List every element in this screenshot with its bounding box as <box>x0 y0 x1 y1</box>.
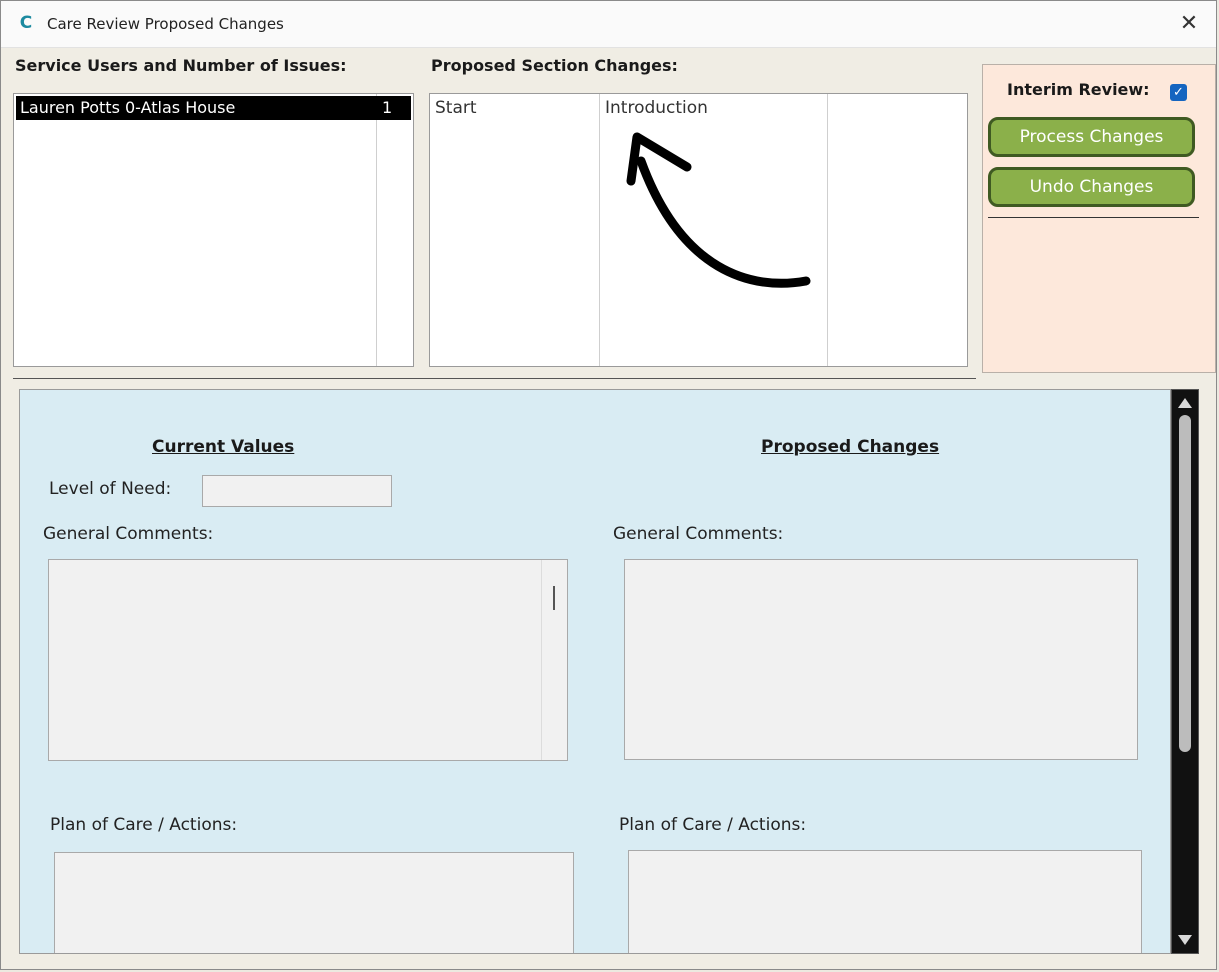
textbox-scroll-track <box>541 560 542 760</box>
scroll-up-icon[interactable] <box>1178 398 1192 408</box>
general-comments-proposed-label: General Comments: <box>613 524 784 544</box>
process-changes-button[interactable]: Process Changes <box>988 117 1195 157</box>
curved-arrow-annotation <box>626 132 811 288</box>
text-caret <box>553 586 555 610</box>
section-divider <box>13 378 976 379</box>
general-comments-proposed-field[interactable] <box>624 559 1138 760</box>
section-start-cell[interactable]: Start <box>435 98 477 118</box>
general-comments-current-label: General Comments: <box>43 524 214 544</box>
plan-of-care-current-label: Plan of Care / Actions: <box>50 815 238 835</box>
app-logo-icon: C <box>19 13 33 33</box>
plan-of-care-proposed-field[interactable] <box>628 850 1142 953</box>
general-comments-current-field[interactable] <box>48 559 568 761</box>
service-users-label: Service Users and Number of Issues: <box>15 56 347 75</box>
review-detail-pane: Current Values Proposed Changes Level of… <box>19 389 1171 954</box>
review-action-panel: Interim Review: ✓ Process Changes Undo C… <box>982 64 1216 373</box>
care-review-window: C Care Review Proposed Changes ✕ Service… <box>0 0 1217 970</box>
current-values-heading: Current Values <box>152 437 295 457</box>
window-title: Care Review Proposed Changes <box>47 15 284 33</box>
title-bar: C Care Review Proposed Changes ✕ <box>1 1 1216 48</box>
panel-divider <box>988 217 1199 218</box>
proposed-changes-heading: Proposed Changes <box>761 437 940 457</box>
section-name-cell[interactable]: Introduction <box>605 98 708 118</box>
undo-changes-button[interactable]: Undo Changes <box>988 167 1195 207</box>
service-user-row[interactable]: Lauren Potts 0-Atlas House 1 <box>16 96 411 120</box>
interim-review-label: Interim Review: <box>1007 80 1150 99</box>
level-of-need-field[interactable] <box>202 475 392 507</box>
detail-scrollbar[interactable] <box>1171 389 1199 954</box>
proposed-sections-label: Proposed Section Changes: <box>431 56 678 75</box>
plan-of-care-proposed-label: Plan of Care / Actions: <box>619 815 807 835</box>
interim-review-checkbox[interactable]: ✓ <box>1170 84 1187 101</box>
issue-count: 1 <box>382 98 393 117</box>
plan-of-care-current-field[interactable] <box>54 852 574 953</box>
level-of-need-label: Level of Need: <box>49 479 172 499</box>
service-user-name: Lauren Potts 0-Atlas House <box>20 98 236 117</box>
service-users-list[interactable]: Lauren Potts 0-Atlas House 1 <box>13 93 414 367</box>
column-separator <box>376 94 377 366</box>
scroll-down-icon[interactable] <box>1178 935 1192 945</box>
column-separator <box>827 94 828 366</box>
scroll-thumb[interactable] <box>1179 415 1191 752</box>
close-icon[interactable]: ✕ <box>1174 9 1204 39</box>
column-separator <box>599 94 600 366</box>
